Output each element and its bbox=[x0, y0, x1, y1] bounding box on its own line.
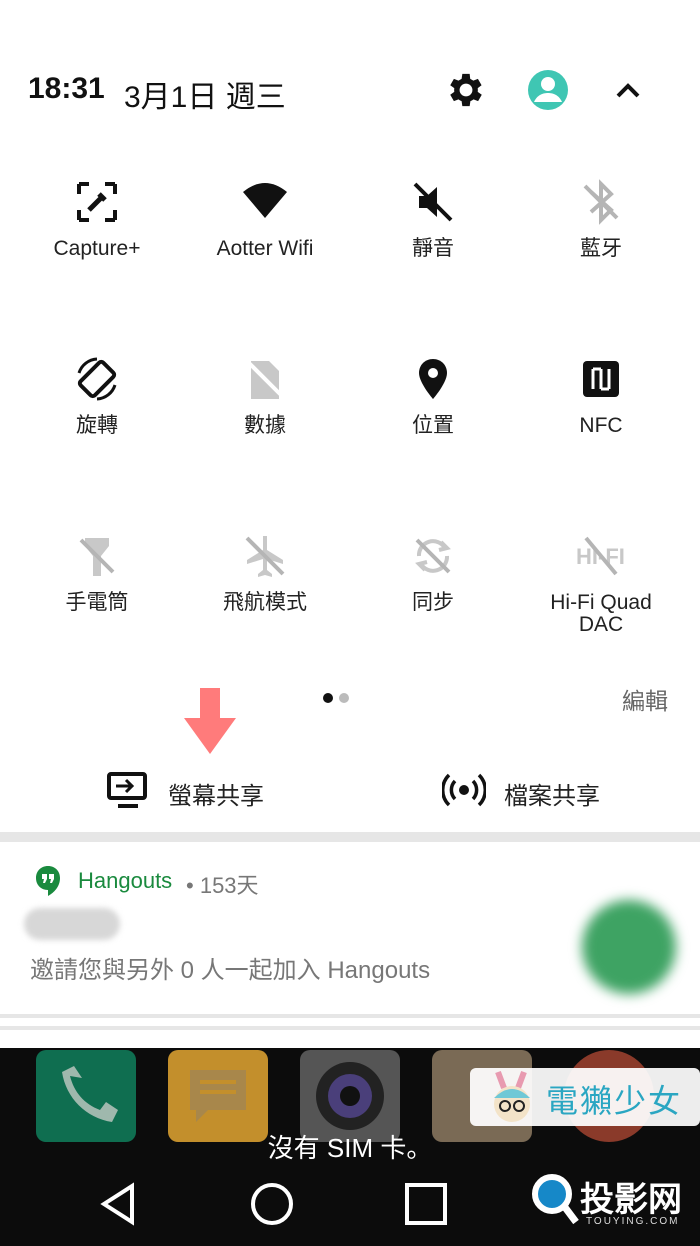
divider bbox=[0, 1026, 700, 1030]
tile-hifi-dac[interactable]: HI-FI Hi-Fi Quad DAC bbox=[516, 532, 686, 662]
file-share-label: 檔案共享 bbox=[504, 783, 600, 810]
page-indicator bbox=[323, 690, 355, 708]
notification-message: 邀請您與另外 0 人一起加入 Hangouts bbox=[30, 957, 431, 984]
hangouts-notification[interactable]: Hangouts • 153天 邀請您與另外 0 人一起加入 Hangouts bbox=[0, 842, 700, 1012]
hangouts-icon bbox=[36, 866, 60, 896]
gear-icon[interactable] bbox=[444, 68, 488, 112]
chevron-up-icon[interactable] bbox=[606, 68, 650, 112]
home-icon[interactable] bbox=[244, 1176, 300, 1232]
user-avatar-icon[interactable] bbox=[526, 68, 570, 112]
tile-label: Aotter Wifi bbox=[216, 237, 314, 260]
date: 3月1日 週三 bbox=[124, 81, 286, 114]
screen-share-icon bbox=[107, 772, 147, 808]
tile-sync[interactable]: 同步 bbox=[348, 532, 518, 662]
tile-label: 靜音 bbox=[412, 237, 454, 260]
tile-location[interactable]: 位置 bbox=[348, 355, 518, 485]
watermark-badge: 電獺少女 bbox=[470, 1068, 700, 1126]
share-row: 螢幕共享 檔案共享 bbox=[0, 760, 700, 820]
flashlight-off-icon bbox=[79, 538, 115, 576]
tile-wifi[interactable]: Aotter Wifi bbox=[180, 178, 350, 308]
wifi-icon bbox=[243, 183, 287, 218]
hifi-off-icon: HI-FI bbox=[576, 536, 625, 576]
recents-icon[interactable] bbox=[398, 1176, 454, 1232]
sync-off-icon bbox=[415, 538, 451, 574]
tile-label: 手電筒 bbox=[65, 591, 129, 614]
edit-button[interactable]: 編輯 bbox=[622, 682, 668, 716]
tile-label: Hi-Fi Quad DAC bbox=[550, 591, 652, 636]
site-watermark-sub: TOUYING.COM bbox=[586, 1216, 680, 1227]
tile-label: 藍牙 bbox=[580, 237, 622, 260]
page-dot bbox=[339, 693, 349, 703]
tile-mute[interactable]: 靜音 bbox=[348, 178, 518, 308]
clock: 18:31 bbox=[28, 72, 105, 105]
screen-share-button[interactable]: 螢幕共享 bbox=[106, 766, 326, 810]
location-icon bbox=[419, 359, 447, 399]
tile-label: 旋轉 bbox=[76, 414, 118, 437]
divider bbox=[0, 832, 700, 842]
notification-time: • 153天 bbox=[186, 873, 259, 898]
tile-airplane[interactable]: 飛航模式 bbox=[180, 532, 350, 662]
nfc-icon bbox=[583, 361, 619, 397]
file-share-icon bbox=[442, 773, 486, 807]
sender-avatar bbox=[582, 900, 676, 994]
tile-flashlight[interactable]: 手電筒 bbox=[12, 532, 182, 662]
bluetooth-off-icon bbox=[583, 179, 619, 225]
mascot-logo bbox=[494, 1070, 530, 1122]
tile-mobile-data[interactable]: 數據 bbox=[180, 355, 350, 485]
rotate-icon bbox=[77, 357, 117, 401]
back-icon[interactable] bbox=[92, 1176, 148, 1232]
tile-nfc[interactable]: NFC bbox=[516, 355, 686, 485]
airplane-off-icon bbox=[245, 536, 285, 577]
tile-rotate[interactable]: 旋轉 bbox=[12, 355, 182, 485]
no-sim-message: 沒有 SIM 卡。 bbox=[267, 1133, 433, 1163]
site-watermark: 投影网 TOUYING.COM bbox=[530, 1168, 700, 1238]
tile-label: 位置 bbox=[412, 414, 454, 437]
tile-label: Capture+ bbox=[53, 237, 141, 260]
tile-label: NFC bbox=[579, 414, 623, 437]
tile-bluetooth[interactable]: 藍牙 bbox=[516, 178, 686, 308]
watermark-badge-text: 電獺少女 bbox=[546, 1083, 683, 1119]
tile-capture-plus[interactable]: Capture+ bbox=[12, 178, 182, 308]
home-screen: 電獺少女 沒有 SIM 卡。 投影网 TOUYING.COM bbox=[0, 1048, 700, 1246]
magnifier-logo-icon bbox=[532, 1174, 579, 1225]
capture-plus-icon bbox=[77, 182, 117, 222]
site-watermark-text: 投影网 bbox=[580, 1181, 682, 1219]
screen-share-label: 螢幕共享 bbox=[168, 783, 264, 810]
notification-app-name: Hangouts bbox=[78, 868, 173, 893]
tile-label: 同步 bbox=[412, 591, 454, 614]
sender-name-redacted bbox=[24, 908, 120, 940]
file-share-button[interactable]: 檔案共享 bbox=[442, 766, 662, 810]
mute-icon bbox=[413, 182, 453, 222]
tile-label: 數據 bbox=[244, 414, 286, 437]
page-dot-active bbox=[323, 693, 333, 703]
mobile-data-off-icon bbox=[247, 361, 283, 399]
highlight-arrow-icon bbox=[184, 688, 236, 754]
tile-label: 飛航模式 bbox=[223, 591, 307, 614]
divider bbox=[0, 1014, 700, 1018]
quick-settings-header: 18:31 3月1日 週三 bbox=[0, 60, 700, 120]
